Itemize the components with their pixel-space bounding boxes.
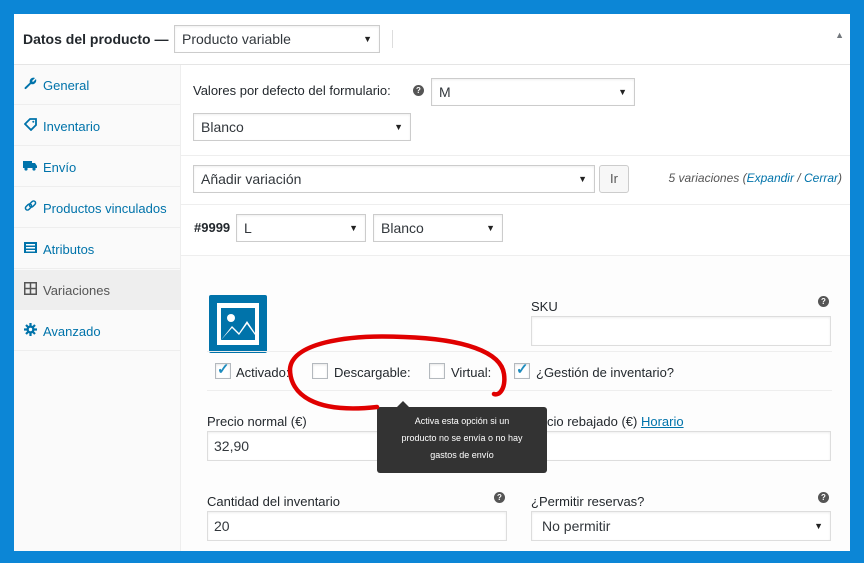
tab-label: Envío xyxy=(43,160,77,175)
default-color-value: Blanco xyxy=(201,119,244,135)
grid-icon xyxy=(23,282,37,296)
truck-icon xyxy=(23,159,37,173)
tab-label: Atributos xyxy=(43,242,95,257)
tab-label: Inventario xyxy=(43,119,101,134)
product-data-header: Datos del producto — Producto variable ▼… xyxy=(14,14,850,65)
stock-qty-input[interactable]: 20 xyxy=(207,511,507,541)
tab-inventory[interactable]: Inventario xyxy=(14,106,180,146)
tooltip-line: gastos de envío xyxy=(430,450,494,460)
product-type-select[interactable]: Producto variable ▼ xyxy=(174,25,380,53)
regular-price-label: Precio normal (€) xyxy=(207,414,307,429)
variation-color-value: Blanco xyxy=(381,220,424,236)
stock-qty-value: 20 xyxy=(214,518,230,534)
default-size-value: M xyxy=(439,84,451,100)
regular-price-value: 32,90 xyxy=(214,438,250,454)
tab-variations[interactable]: Variaciones xyxy=(14,270,180,310)
downloadable-checkbox[interactable] xyxy=(312,363,328,379)
help-icon[interactable]: ? xyxy=(818,296,829,307)
downloadable-label: Descargable: xyxy=(334,365,411,380)
schedule-link[interactable]: Horario xyxy=(641,414,684,429)
help-icon[interactable]: ? xyxy=(494,492,505,503)
default-color-select[interactable]: Blanco ▼ xyxy=(193,113,411,141)
tab-label: Variaciones xyxy=(43,283,110,298)
add-variation-select[interactable]: Añadir variación ▼ xyxy=(193,165,595,193)
tab-label: General xyxy=(43,78,90,93)
product-data-tabs: General Inventario Envío Productos vincu… xyxy=(14,65,181,551)
help-icon[interactable]: ? xyxy=(413,85,424,96)
product-data-box: Datos del producto — Producto variable ▼… xyxy=(14,14,850,551)
virtual-label: Virtual: xyxy=(451,365,492,380)
stock-qty-label: Cantidad del inventario xyxy=(207,494,340,509)
help-icon[interactable]: ? xyxy=(818,492,829,503)
chevron-down-icon: ▼ xyxy=(578,174,587,184)
chevron-down-icon: ▼ xyxy=(814,521,823,531)
image-icon xyxy=(217,303,259,345)
tab-label: Productos vinculados xyxy=(43,201,167,216)
tooltip-line: Activa esta opción si un xyxy=(414,416,510,426)
tag-icon xyxy=(23,118,37,132)
sale-price-label: cio rebajado (€) Horario xyxy=(547,414,684,429)
close-link[interactable]: Cerrar xyxy=(804,171,838,185)
gear-icon xyxy=(23,323,37,337)
backorders-value: No permitir xyxy=(542,518,611,534)
checkmark-icon: ✓ xyxy=(516,361,529,378)
link-separator: / xyxy=(793,171,804,185)
tab-advanced[interactable]: Avanzado xyxy=(14,311,180,351)
list-icon xyxy=(23,241,37,255)
sku-label: SKU xyxy=(531,299,558,314)
tab-shipping[interactable]: Envío xyxy=(14,147,180,187)
variation-size-select[interactable]: L ▼ xyxy=(236,214,366,242)
variation-color-select[interactable]: Blanco ▼ xyxy=(373,214,503,242)
variations-panel: Valores por defecto del formulario: ? M … xyxy=(181,65,850,551)
variation-size-value: L xyxy=(244,220,252,236)
backorders-label: ¿Permitir reservas? xyxy=(531,494,645,509)
sku-input[interactable] xyxy=(531,316,831,346)
tooltip-arrow xyxy=(397,401,409,407)
default-form-values-row: Valores por defecto del formulario: ? M … xyxy=(181,65,850,156)
virtual-checkbox[interactable] xyxy=(429,363,445,379)
product-data-title: Datos del producto — xyxy=(23,31,169,47)
variation-count: 5 variaciones (Expandir / Cerrar) xyxy=(669,171,842,185)
expand-link[interactable]: Expandir xyxy=(747,171,794,185)
tab-general[interactable]: General xyxy=(14,65,180,105)
close-paren: ) xyxy=(838,171,842,185)
virtual-tooltip: Activa esta opción si un producto no se … xyxy=(377,401,547,473)
go-button[interactable]: Ir xyxy=(599,165,629,193)
variation-id: #9999 xyxy=(194,220,231,235)
manage-stock-label: ¿Gestión de inventario? xyxy=(536,365,675,380)
chevron-down-icon: ▼ xyxy=(349,223,358,233)
enabled-checkbox[interactable]: ✓ xyxy=(215,361,231,379)
link-icon xyxy=(23,200,37,214)
tab-attributes[interactable]: Atributos xyxy=(14,229,180,269)
sale-price-label-text: cio rebajado (€) xyxy=(547,414,638,429)
variation-details: SKU ? ✓ Activado: Descargable: Virtual: … xyxy=(181,256,850,551)
chevron-down-icon: ▼ xyxy=(394,122,403,132)
variation-image-upload[interactable] xyxy=(209,295,267,353)
checkmark-icon: ✓ xyxy=(217,361,230,378)
enabled-label: Activado: xyxy=(236,365,290,380)
header-divider xyxy=(392,30,393,48)
chevron-down-icon: ▼ xyxy=(363,34,372,44)
backorders-select[interactable]: No permitir ▼ xyxy=(531,511,831,541)
manage-stock-checkbox[interactable]: ✓ xyxy=(514,361,530,379)
tooltip-line: producto no se envía o no hay xyxy=(401,433,523,443)
wrench-icon xyxy=(23,77,37,91)
variation-options-row: ✓ Activado: Descargable: Virtual: ✓ ¿Ges… xyxy=(207,351,832,391)
tab-linked-products[interactable]: Productos vinculados xyxy=(14,188,180,228)
default-size-select[interactable]: M ▼ xyxy=(431,78,635,106)
chevron-down-icon: ▼ xyxy=(618,87,627,97)
chevron-down-icon: ▼ xyxy=(486,223,495,233)
variation-count-text: 5 variaciones ( xyxy=(668,171,747,185)
product-type-value: Producto variable xyxy=(182,31,291,47)
sale-price-input[interactable] xyxy=(531,431,831,461)
collapse-arrow-icon[interactable]: ▲ xyxy=(835,30,844,40)
default-values-label: Valores por defecto del formulario: xyxy=(193,83,391,98)
add-variation-value: Añadir variación xyxy=(201,171,302,187)
tab-label: Avanzado xyxy=(43,324,101,339)
